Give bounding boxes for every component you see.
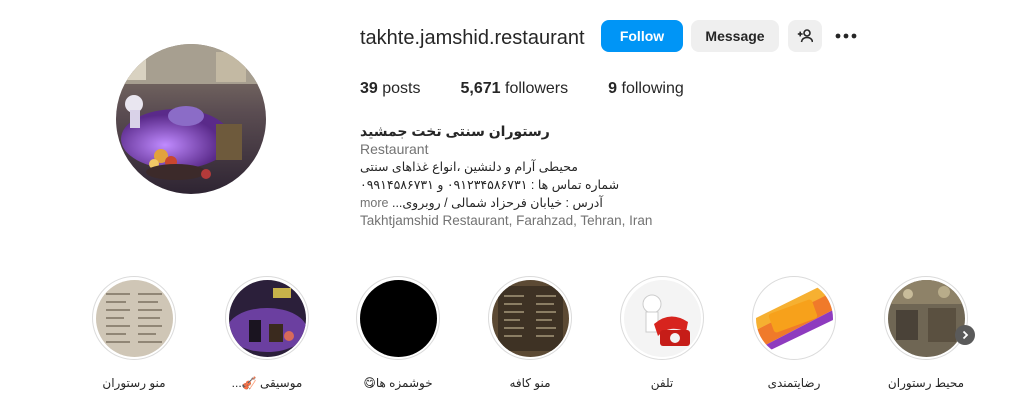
highlight-label: منو کافه xyxy=(509,376,551,390)
suggest-accounts-button[interactable] xyxy=(788,20,822,52)
bio-location[interactable]: Takhtjamshid Restaurant, Farahzad, Tehra… xyxy=(360,212,660,230)
highlight-ring xyxy=(92,276,176,360)
highlight-thumb-black xyxy=(359,279,437,357)
highlight-ring xyxy=(225,276,309,360)
more-horizontal-icon xyxy=(835,33,857,39)
following-count: 9 xyxy=(608,80,618,97)
message-button[interactable]: Message xyxy=(691,20,779,52)
bio-category: Restaurant xyxy=(360,141,429,157)
posts-count: 39 xyxy=(360,80,378,97)
highlight-label: محیط رستوران xyxy=(887,376,965,390)
profile-stats: 39 posts 5,671 followers 9 following xyxy=(360,80,724,98)
bio-line-3-row: آدرس : خیابان فرحزاد شمالی / روبروی... m… xyxy=(360,194,660,212)
highlights-next-button[interactable] xyxy=(955,325,975,345)
story-highlights: منو رستوران موسیقی 🎻... خوشمزه ها😋 منو ک… xyxy=(0,276,1025,396)
highlight-thumb-cafe-menu xyxy=(491,279,569,357)
highlight-ring xyxy=(752,276,836,360)
posts-stat: 39 posts xyxy=(360,80,421,98)
avatar-photo xyxy=(116,44,266,194)
highlight-label: خوشمزه ها😋 xyxy=(363,376,433,390)
highlight-label: تلفن xyxy=(650,376,674,390)
highlight-item[interactable]: خوشمزه ها😋 xyxy=(343,276,453,390)
highlight-item[interactable]: تلفن xyxy=(607,276,717,390)
following-stat[interactable]: 9 following xyxy=(608,80,684,98)
highlight-label: منو رستوران xyxy=(102,376,166,390)
highlight-item[interactable]: منو رستوران xyxy=(79,276,189,390)
posts-label: posts xyxy=(382,80,421,97)
bio-line-3: آدرس : خیابان فرحزاد شمالی / روبروی... xyxy=(391,196,603,210)
highlight-item[interactable]: موسیقی 🎻... xyxy=(212,276,322,390)
highlight-item[interactable]: منو کافه xyxy=(475,276,585,390)
highlight-thumb-satisfaction xyxy=(755,279,833,357)
highlight-ring xyxy=(488,276,572,360)
bio-line-2: شماره تماس ها : ۰۹۱۲۳۴۵۸۶۷۳۱ و ۰۹۹۱۴۵۸۶۷… xyxy=(360,178,620,192)
bio-display-name: رستوران سنتی تخت جمشید xyxy=(360,123,550,139)
person-add-icon xyxy=(797,29,813,43)
highlight-thumb-phone xyxy=(623,279,701,357)
highlight-thumb-interior xyxy=(887,279,965,357)
highlight-label: موسیقی 🎻... xyxy=(231,376,303,390)
bio-line-1: محیطی آرام و دلنشین ،انواع غذاهای سنتی xyxy=(360,160,578,174)
followers-stat[interactable]: 5,671 followers xyxy=(461,80,569,98)
highlight-thumb-menu xyxy=(95,279,173,357)
highlight-label: رضایتمندی xyxy=(767,376,821,390)
followers-count: 5,671 xyxy=(460,80,501,97)
highlight-ring xyxy=(620,276,704,360)
highlight-item[interactable]: رضایتمندی xyxy=(739,276,849,390)
highlight-ring xyxy=(884,276,968,360)
more-options-button[interactable] xyxy=(833,24,859,48)
chevron-right-icon xyxy=(962,330,969,340)
profile-bio: رستوران سنتی تخت جمشید Restaurant محیطی … xyxy=(360,122,660,230)
highlight-ring xyxy=(356,276,440,360)
follow-button[interactable]: Follow xyxy=(601,20,683,52)
profile-avatar[interactable] xyxy=(116,44,266,194)
followers-label: followers xyxy=(505,80,569,97)
following-label: following xyxy=(621,80,684,97)
bio-more-link[interactable]: more xyxy=(360,196,388,210)
profile-username: takhte.jamshid.restaurant xyxy=(360,27,585,49)
highlight-thumb-music xyxy=(228,279,306,357)
